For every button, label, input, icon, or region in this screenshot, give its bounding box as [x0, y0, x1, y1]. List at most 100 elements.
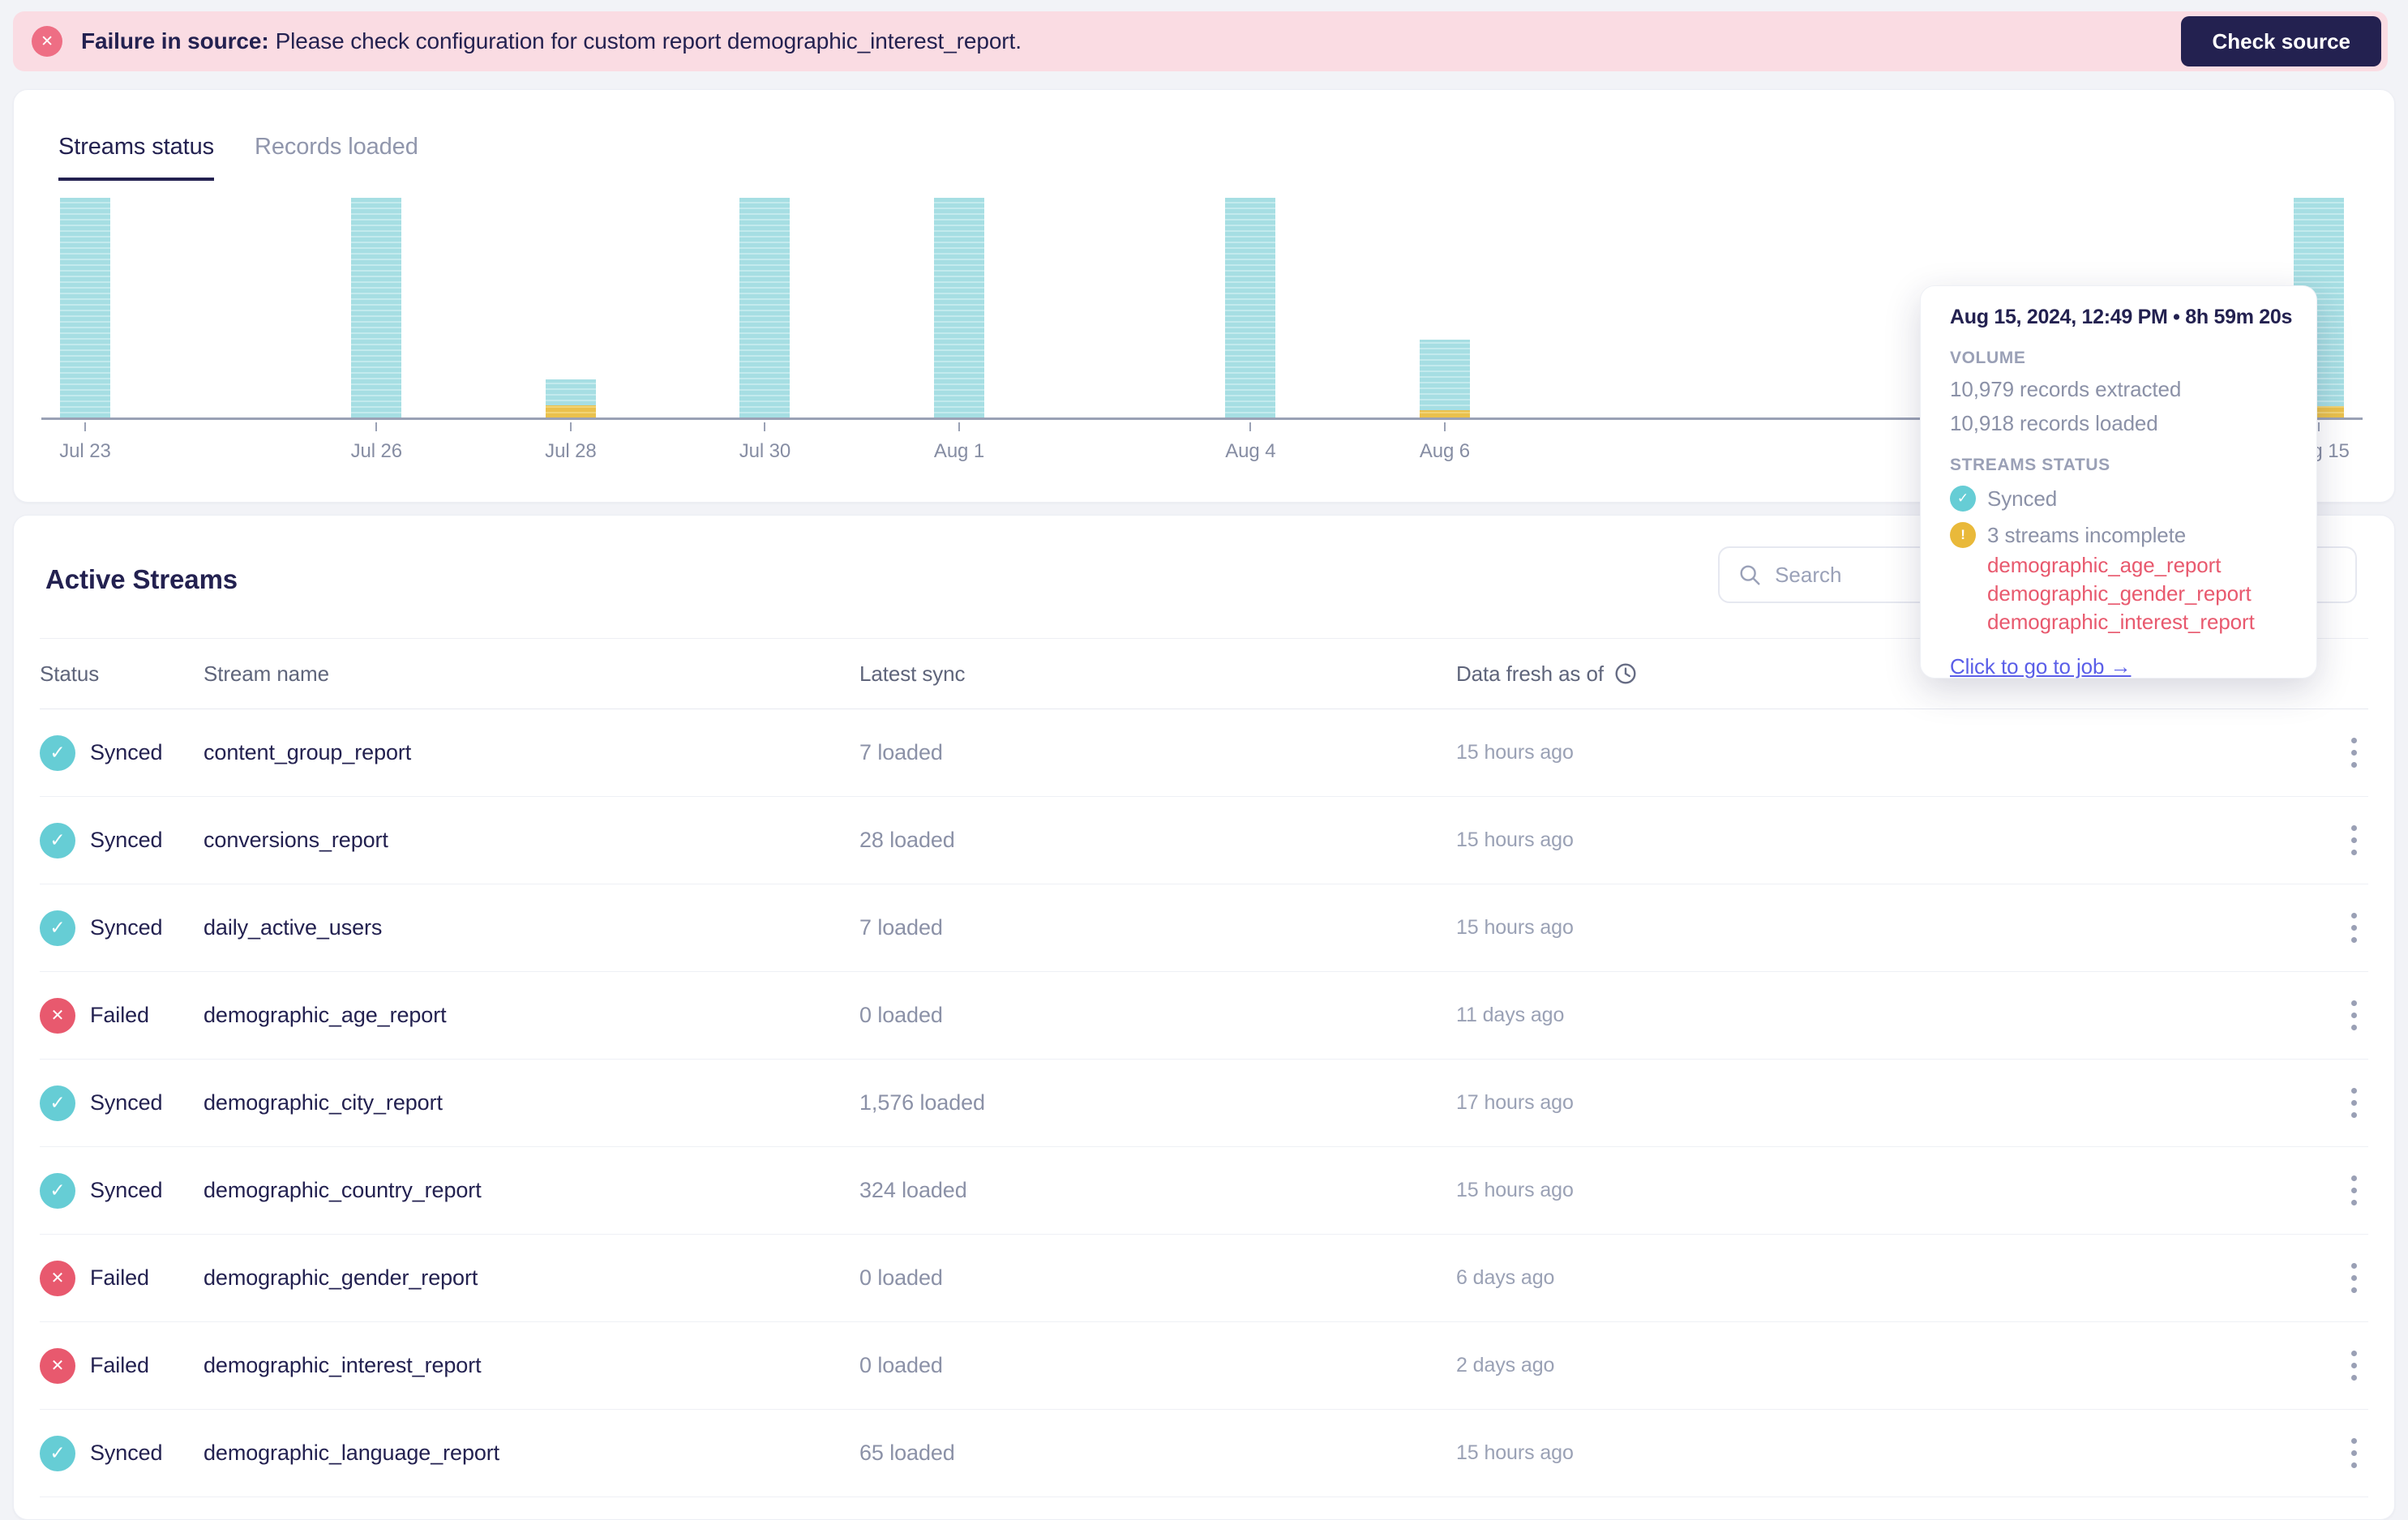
active-streams-heading: Active Streams	[45, 564, 238, 594]
incomplete-stream-link[interactable]: demographic_age_report	[1987, 551, 2300, 580]
data-fresh-value: 15 hours ago	[1456, 1441, 1574, 1464]
error-banner-text: Failure in source: Please check configura…	[81, 28, 1022, 54]
axis-tick	[375, 422, 378, 431]
data-fresh-value: 2 days ago	[1456, 1354, 1555, 1377]
axis-tick	[1443, 422, 1446, 431]
table-row[interactable]: Failed demographic_interest_report 0 loa…	[40, 1322, 2368, 1410]
axis-label: Aug 1	[933, 440, 985, 462]
stream-status-text: Synced	[90, 1441, 163, 1465]
status-cell: Synced	[40, 1435, 204, 1471]
column-data-fresh-label: Data fresh as of	[1456, 661, 1604, 686]
tooltip-synced-label: Synced	[1987, 486, 2058, 511]
row-menu-button[interactable]	[2339, 1083, 2368, 1123]
error-banner-text-bold: Failure in source:	[81, 28, 269, 54]
check-source-button[interactable]: Check source	[2181, 16, 2381, 66]
go-to-job-link[interactable]: Click to go to job →	[1950, 654, 2132, 679]
column-status: Status	[40, 661, 100, 686]
status-cell: Synced	[40, 910, 204, 946]
row-menu-button[interactable]	[2339, 908, 2368, 948]
table-row[interactable]: Synced demographic_city_report 1,576 loa…	[40, 1060, 2368, 1147]
table-row[interactable]: Synced daily_active_users 7 loaded 15 ho…	[40, 884, 2368, 972]
streams-table-body: Synced content_group_report 7 loaded 15 …	[40, 709, 2368, 1497]
chart-bar[interactable]	[1225, 198, 1276, 417]
latest-sync-value: 28 loaded	[859, 828, 955, 852]
axis-tick	[569, 422, 572, 431]
status-cell: Synced	[40, 1085, 204, 1121]
stream-name: demographic_language_report	[204, 1441, 500, 1465]
data-fresh-value: 17 hours ago	[1456, 1091, 1574, 1114]
axis-label: Aug 6	[1419, 440, 1471, 462]
axis-tick	[764, 422, 766, 431]
tab-records-loaded[interactable]: Records loaded	[255, 134, 418, 181]
tooltip-incomplete-row: 3 streams incomplete	[1950, 522, 2300, 548]
sync-dashboard: { "banner": { "bold_text": "Failure in s…	[0, 0, 2408, 1520]
column-stream-name: Stream name	[204, 661, 329, 686]
stream-name: content_group_report	[204, 740, 412, 764]
latest-sync-value: 1,576 loaded	[859, 1090, 985, 1115]
tooltip-records-extracted: 10,979 records extracted	[1950, 377, 2182, 401]
error-banner-text-detail: Please check configuration for custom re…	[275, 28, 1022, 54]
latest-sync-value: 7 loaded	[859, 915, 943, 940]
table-row[interactable]: Synced conversions_report 28 loaded 15 h…	[40, 797, 2368, 884]
data-fresh-value: 6 days ago	[1456, 1266, 1555, 1289]
data-fresh-value: 15 hours ago	[1456, 741, 1574, 764]
row-menu-button[interactable]	[2339, 995, 2368, 1035]
table-row[interactable]: Synced demographic_language_report 65 lo…	[40, 1410, 2368, 1497]
chart-bar[interactable]	[351, 198, 402, 417]
latest-sync-value: 0 loaded	[859, 1353, 943, 1377]
column-latest-sync: Latest sync	[859, 661, 966, 686]
stream-status-icon	[40, 1260, 75, 1296]
row-menu-button[interactable]	[2339, 1171, 2368, 1210]
status-cell: Synced	[40, 1172, 204, 1209]
stream-name: demographic_age_report	[204, 1003, 447, 1027]
data-fresh-value: 11 days ago	[1456, 1004, 1565, 1026]
chart-bar[interactable]	[545, 379, 596, 417]
stream-status-icon	[40, 1435, 75, 1471]
data-fresh-value: 15 hours ago	[1456, 1179, 1574, 1201]
warning-icon	[1950, 522, 1976, 548]
status-cell: Failed	[40, 1347, 204, 1384]
axis-tick	[1249, 422, 1252, 431]
chart-bar[interactable]	[739, 198, 791, 417]
axis-label: Aug 4	[1225, 440, 1276, 462]
latest-sync-value: 7 loaded	[859, 740, 943, 764]
stream-status-text: Failed	[90, 1265, 149, 1290]
tab-streams-status[interactable]: Streams status	[58, 134, 214, 181]
streams-table: Status Stream name Latest sync Data fres…	[40, 638, 2368, 1497]
stream-status-text: Synced	[90, 915, 163, 940]
stream-name: conversions_report	[204, 828, 388, 852]
status-cell: Failed	[40, 997, 204, 1034]
data-fresh-value: 15 hours ago	[1456, 916, 1574, 939]
stream-status-text: Synced	[90, 1178, 163, 1202]
stream-name: demographic_city_report	[204, 1090, 443, 1115]
row-menu-button[interactable]	[2339, 1258, 2368, 1298]
synced-check-icon	[1950, 486, 1976, 512]
latest-sync-value: 0 loaded	[859, 1003, 943, 1027]
latest-sync-value: 65 loaded	[859, 1441, 955, 1465]
tooltip-streams-status-label: STREAMS STATUS	[1950, 456, 2110, 474]
status-cell: Synced	[40, 822, 204, 858]
stream-name: demographic_country_report	[204, 1178, 482, 1202]
tooltip-records-loaded: 10,918 records loaded	[1950, 411, 2158, 435]
chart-bar[interactable]	[1419, 340, 1470, 417]
row-menu-button[interactable]	[2339, 1346, 2368, 1385]
row-menu-button[interactable]	[2339, 1433, 2368, 1473]
row-menu-button[interactable]	[2339, 820, 2368, 860]
table-row[interactable]: Failed demographic_gender_report 0 loade…	[40, 1235, 2368, 1322]
latest-sync-value: 0 loaded	[859, 1265, 943, 1290]
axis-label: Jul 28	[545, 440, 597, 462]
stream-status-text: Synced	[90, 1090, 163, 1115]
stream-status-text: Synced	[90, 740, 163, 764]
table-row[interactable]: Synced demographic_country_report 324 lo…	[40, 1147, 2368, 1235]
table-row[interactable]: Failed demographic_age_report 0 loaded 1…	[40, 972, 2368, 1060]
stream-status-text: Failed	[90, 1353, 149, 1377]
error-circle-icon: ✕	[32, 26, 62, 57]
incomplete-stream-link[interactable]: demographic_interest_report	[1987, 608, 2300, 636]
tooltip-volume-label: VOLUME	[1950, 349, 2026, 367]
stream-status-icon	[40, 822, 75, 858]
row-menu-button[interactable]	[2339, 733, 2368, 773]
table-row[interactable]: Synced content_group_report 7 loaded 15 …	[40, 709, 2368, 797]
incomplete-stream-link[interactable]: demographic_gender_report	[1987, 580, 2300, 608]
chart-bar[interactable]	[934, 198, 985, 417]
chart-bar[interactable]	[60, 198, 110, 417]
